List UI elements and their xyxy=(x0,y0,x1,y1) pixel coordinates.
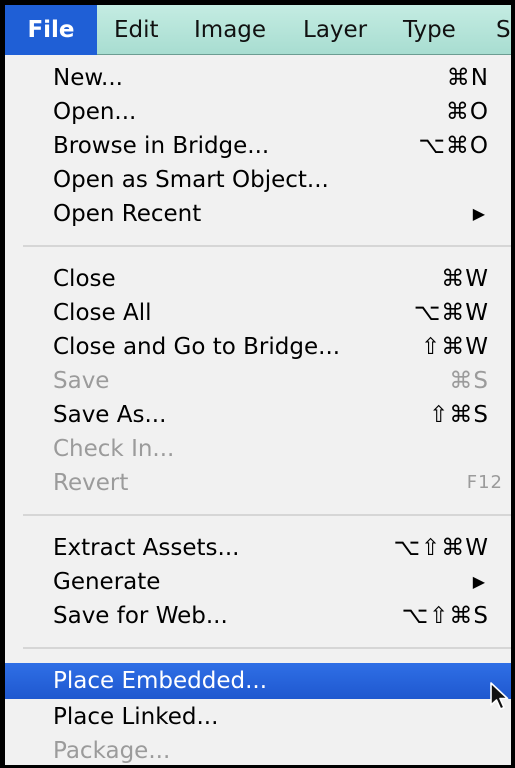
menu-item-shortcut: F12 xyxy=(466,472,503,493)
arrow-cursor-icon xyxy=(490,682,509,710)
menu-item-save-as[interactable]: Save As... ⇧⌘S xyxy=(5,398,511,432)
menubar-file[interactable]: File xyxy=(5,5,97,55)
menu-item-shortcut: ⌘W xyxy=(441,266,489,292)
menu-item-save-for-web[interactable]: Save for Web... ⌥⇧⌘S xyxy=(5,599,511,633)
menubar-image[interactable]: Image xyxy=(194,5,266,55)
menu-item-label: Save for Web... xyxy=(53,603,228,629)
menu-item-open-as-smart-object[interactable]: Open as Smart Object... xyxy=(5,163,511,197)
menu-item-browse-in-bridge[interactable]: Browse in Bridge... ⌥⌘O xyxy=(5,129,511,163)
menu-item-shortcut: ⌘N xyxy=(446,65,489,91)
menu-bar: File Edit Image Layer Type S xyxy=(5,5,511,55)
menu-item-label: Check In... xyxy=(53,436,175,462)
menu-item-generate[interactable]: Generate ▶ xyxy=(5,565,511,599)
menubar-partial-item[interactable]: S xyxy=(496,5,511,55)
menubar-layer[interactable]: Layer xyxy=(303,5,367,55)
menubar-type[interactable]: Type xyxy=(403,5,456,55)
menu-item-save: Save ⌘S xyxy=(5,364,511,398)
menu-item-label: Open as Smart Object... xyxy=(53,167,329,193)
menu-item-shortcut: ⌘O xyxy=(445,99,489,125)
menu-item-label: Close and Go to Bridge... xyxy=(53,334,341,360)
menu-item-label: Close xyxy=(53,266,116,292)
menu-item-place-embedded[interactable]: Place Embedded... xyxy=(5,663,511,699)
menu-item-revert: Revert F12 xyxy=(5,466,511,500)
menu-item-extract-assets[interactable]: Extract Assets... ⌥⇧⌘W xyxy=(5,531,511,565)
menu-item-package: Package... xyxy=(5,734,511,765)
menu-item-label: Package... xyxy=(53,738,171,764)
file-menu-dropdown: New... ⌘N Open... ⌘O Browse in Bridge...… xyxy=(5,55,511,765)
menu-item-new[interactable]: New... ⌘N xyxy=(5,61,511,95)
menu-separator xyxy=(23,245,511,247)
menu-item-open[interactable]: Open... ⌘O xyxy=(5,95,511,129)
menu-item-shortcut: ⌥⇧⌘S xyxy=(401,603,489,629)
menu-item-label: Place Linked... xyxy=(53,704,219,730)
menu-item-check-in: Check In... xyxy=(5,432,511,466)
menu-item-label: Close All xyxy=(53,300,152,326)
menu-item-shortcut: ⌥⌘O xyxy=(418,133,489,159)
menu-item-label: Revert xyxy=(53,470,129,496)
menu-item-label: Save As... xyxy=(53,402,167,428)
menu-item-label: Place Embedded... xyxy=(53,668,268,694)
menu-item-shortcut: ⇧⌘S xyxy=(429,402,489,428)
menu-item-label: Extract Assets... xyxy=(53,535,240,561)
menu-item-shortcut: ⇧⌘W xyxy=(420,334,489,360)
menu-item-close-and-go-to-bridge[interactable]: Close and Go to Bridge... ⇧⌘W xyxy=(5,330,511,364)
menubar-edit[interactable]: Edit xyxy=(114,5,159,55)
triangle-right-icon: ▶ xyxy=(472,204,485,223)
menu-item-label: Open Recent xyxy=(53,201,202,227)
menu-item-label: Generate xyxy=(53,569,161,595)
menu-item-open-recent[interactable]: Open Recent ▶ xyxy=(5,197,511,231)
menu-item-shortcut: ⌥⇧⌘W xyxy=(393,535,489,561)
menu-item-place-linked[interactable]: Place Linked... xyxy=(5,700,511,734)
menu-item-label: Open... xyxy=(53,99,137,125)
menu-item-shortcut: ⌥⌘W xyxy=(413,300,489,326)
menu-item-label: Browse in Bridge... xyxy=(53,133,270,159)
menu-separator xyxy=(23,514,511,516)
menu-separator xyxy=(23,647,511,649)
menu-item-shortcut: ⌘S xyxy=(449,368,489,394)
menu-item-label: New... xyxy=(53,65,123,91)
menu-item-close-all[interactable]: Close All ⌥⌘W xyxy=(5,296,511,330)
screenshot-frame: File Edit Image Layer Type S New... ⌘N O… xyxy=(5,5,511,765)
menu-item-label: Save xyxy=(53,368,110,394)
menu-item-close[interactable]: Close ⌘W xyxy=(5,262,511,296)
triangle-right-icon: ▶ xyxy=(472,572,485,591)
